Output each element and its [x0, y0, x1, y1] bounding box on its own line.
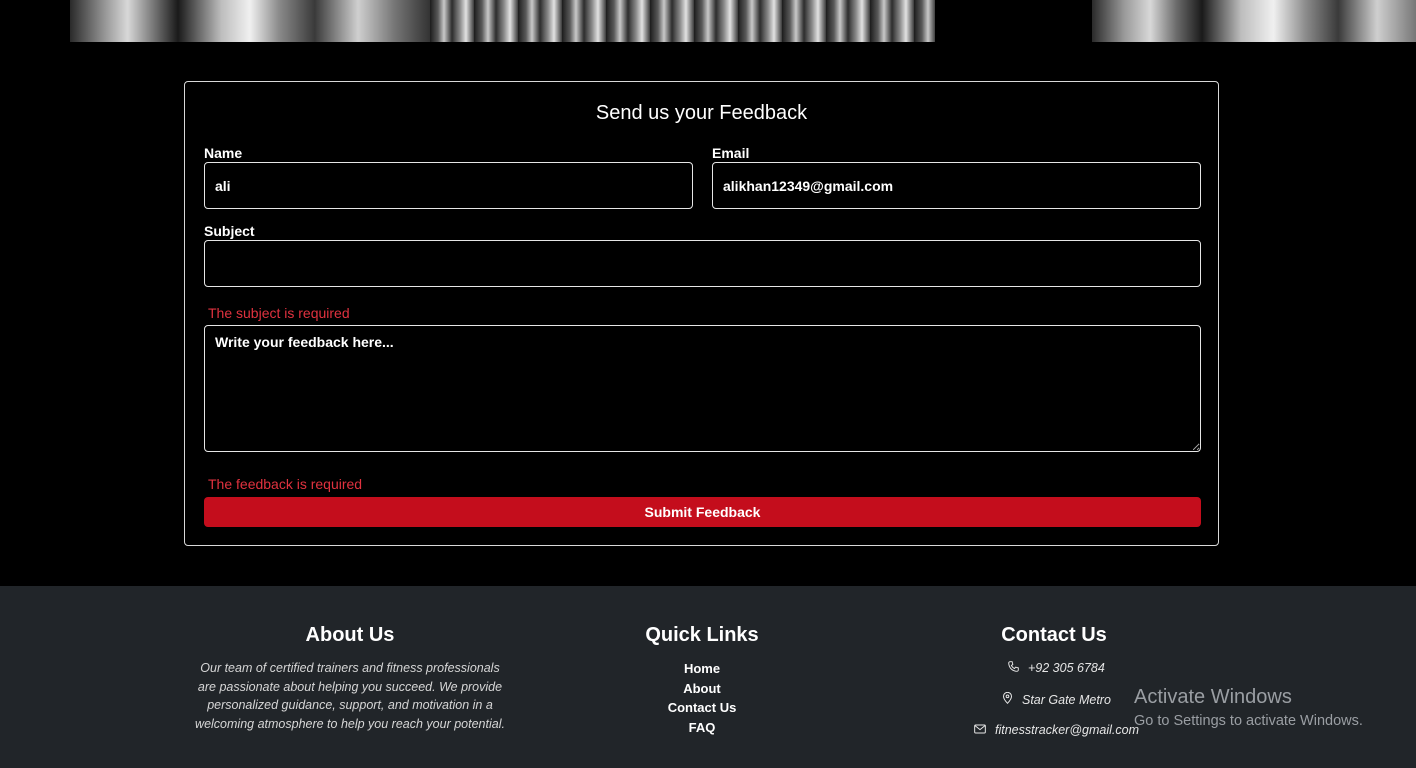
email-label: Email	[712, 145, 750, 161]
footer-link-home[interactable]: Home	[602, 659, 802, 679]
form-title: Send us your Feedback	[595, 102, 808, 124]
contact-phone: +92 305 6784	[1006, 661, 1105, 675]
quick-links-nav: Home About Contact Us FAQ	[602, 659, 802, 737]
footer-link-faq[interactable]: FAQ	[602, 718, 802, 738]
envelope-icon	[973, 723, 987, 737]
footer-about-section: About Us Our team of certified trainers …	[190, 624, 510, 733]
footer-quick-links-section: Quick Links Home About Contact Us FAQ	[602, 624, 802, 737]
subject-error-message: The subject is required	[208, 305, 350, 321]
activate-windows-watermark: Activate Windows Go to Settings to activ…	[1134, 686, 1363, 729]
feedback-textarea[interactable]	[204, 325, 1201, 452]
feedback-form: Send us your Feedback Name Email Subject…	[184, 81, 1219, 546]
about-text: Our team of certified trainers and fitne…	[195, 661, 505, 731]
name-label: Name	[204, 145, 243, 161]
feedback-error-message: The feedback is required	[208, 476, 363, 492]
location-pin-icon	[1000, 691, 1014, 707]
contact-address: Star Gate Metro	[1000, 691, 1111, 707]
submit-feedback-button[interactable]: Submit Feedback	[204, 497, 1201, 527]
watermark-subtitle: Go to Settings to activate Windows.	[1134, 713, 1363, 729]
footer-link-contact-us[interactable]: Contact Us	[602, 698, 802, 718]
subject-label: Subject	[204, 223, 255, 239]
contact-phone-text: +92 305 6784	[1028, 661, 1105, 675]
watermark-title: Activate Windows	[1134, 686, 1292, 708]
banner-photo-right	[1092, 0, 1416, 42]
email-input[interactable]	[712, 162, 1201, 209]
contact-email-text: fitnesstracker@gmail.com	[995, 723, 1139, 737]
subject-input[interactable]	[204, 240, 1201, 287]
hero-banner-image	[0, 0, 1416, 42]
about-heading: About Us	[305, 624, 395, 646]
quick-links-heading: Quick Links	[645, 624, 759, 646]
banner-photo-left	[70, 0, 430, 42]
contact-heading: Contact Us	[1001, 624, 1107, 646]
phone-icon	[1006, 661, 1020, 675]
footer-contact-section: Contact Us	[954, 624, 1154, 647]
contact-address-text: Star Gate Metro	[1022, 693, 1111, 707]
name-input[interactable]	[204, 162, 693, 209]
contact-email: fitnesstracker@gmail.com	[973, 723, 1139, 737]
site-footer: About Us Our team of certified trainers …	[0, 586, 1416, 768]
banner-photo-center	[430, 0, 935, 42]
footer-link-about[interactable]: About	[602, 679, 802, 699]
